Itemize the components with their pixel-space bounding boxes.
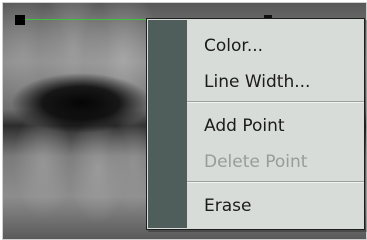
menu-icon-gutter — [148, 20, 187, 228]
menu-separator — [187, 101, 364, 103]
line-start-handle[interactable] — [15, 15, 25, 25]
menu-item-line-width[interactable]: Line Width... — [187, 67, 364, 97]
menu-separator — [187, 181, 364, 183]
menu-item-erase[interactable]: Erase — [187, 191, 364, 221]
menu-item-add-point[interactable]: Add Point — [187, 111, 364, 141]
context-menu: Color... Line Width... Add Point Delete … — [146, 18, 365, 230]
menu-item-delete-point: Delete Point — [204, 152, 308, 172]
menu-item-color[interactable]: Color... — [187, 31, 364, 61]
